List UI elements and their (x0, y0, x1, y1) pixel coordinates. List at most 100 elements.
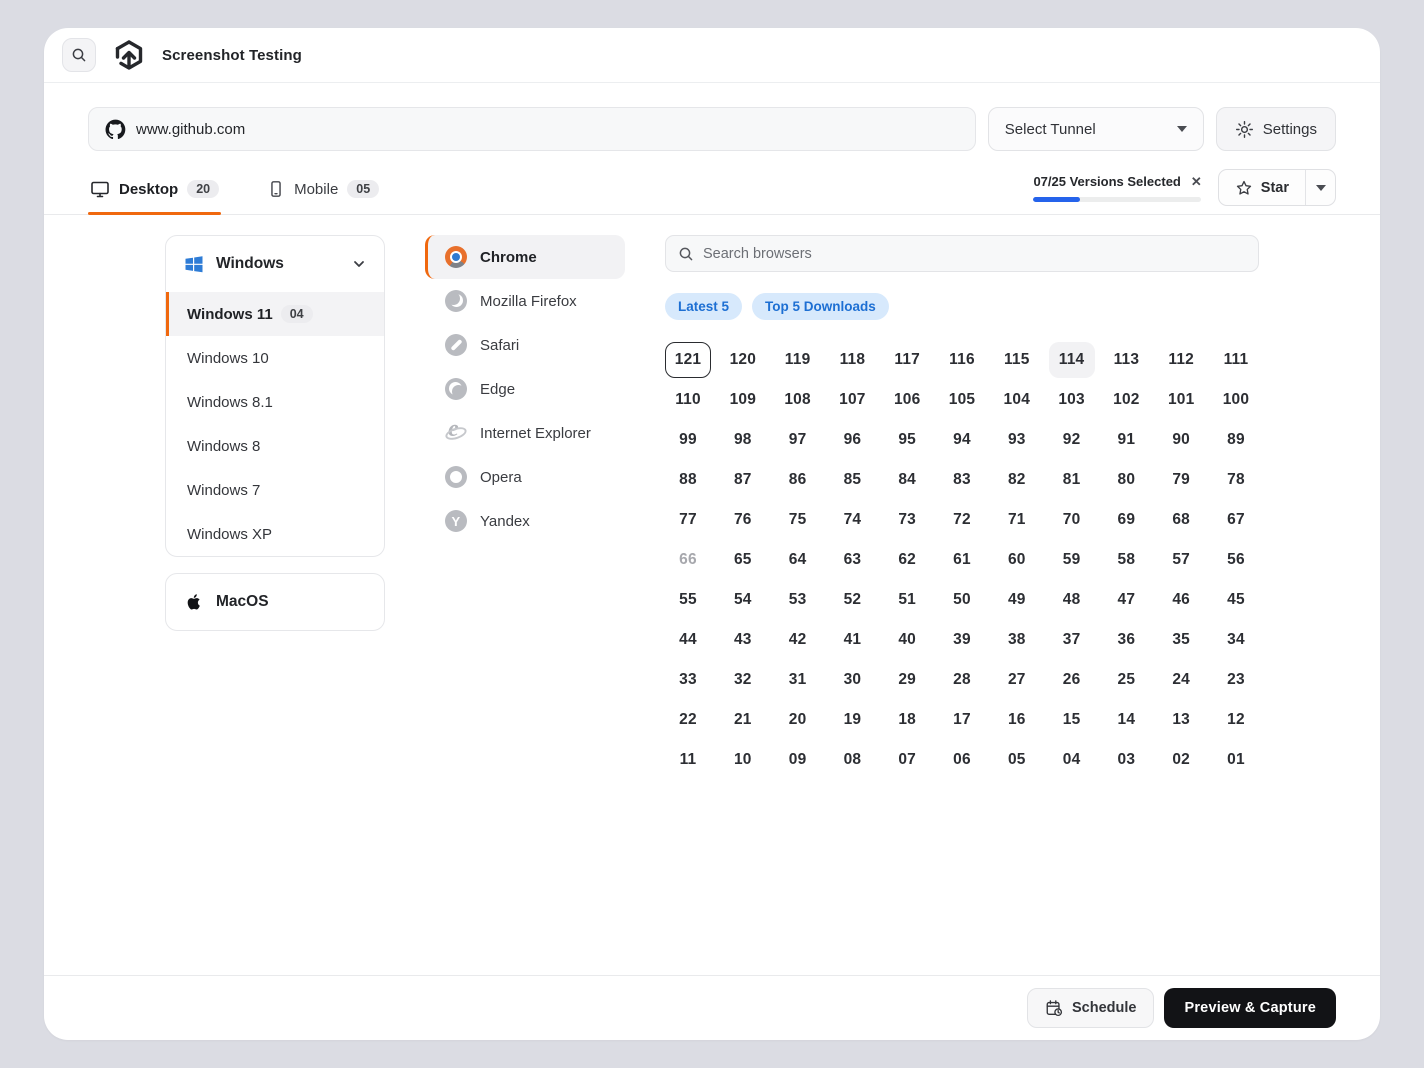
version-cell-121[interactable]: 121 (665, 342, 711, 378)
version-cell-76[interactable]: 76 (720, 502, 766, 538)
version-cell-44[interactable]: 44 (665, 622, 711, 658)
version-cell-60[interactable]: 60 (994, 542, 1040, 578)
version-cell-07[interactable]: 07 (884, 742, 930, 778)
os-item-windows-10[interactable]: Windows 10 (166, 336, 384, 380)
version-cell-64[interactable]: 64 (775, 542, 821, 578)
version-cell-115[interactable]: 115 (994, 342, 1040, 378)
version-cell-06[interactable]: 06 (939, 742, 985, 778)
version-cell-04[interactable]: 04 (1049, 742, 1095, 778)
version-cell-05[interactable]: 05 (994, 742, 1040, 778)
version-cell-39[interactable]: 39 (939, 622, 985, 658)
version-cell-38[interactable]: 38 (994, 622, 1040, 658)
version-cell-50[interactable]: 50 (939, 582, 985, 618)
version-cell-57[interactable]: 57 (1158, 542, 1204, 578)
version-cell-118[interactable]: 118 (829, 342, 875, 378)
version-cell-28[interactable]: 28 (939, 662, 985, 698)
version-cell-99[interactable]: 99 (665, 422, 711, 458)
version-cell-36[interactable]: 36 (1103, 622, 1149, 658)
version-cell-33[interactable]: 33 (665, 662, 711, 698)
version-cell-40[interactable]: 40 (884, 622, 930, 658)
browser-search-input[interactable] (703, 246, 1246, 262)
version-cell-120[interactable]: 120 (720, 342, 766, 378)
version-cell-34[interactable]: 34 (1213, 622, 1259, 658)
version-cell-95[interactable]: 95 (884, 422, 930, 458)
version-cell-03[interactable]: 03 (1103, 742, 1149, 778)
version-cell-31[interactable]: 31 (775, 662, 821, 698)
version-cell-08[interactable]: 08 (829, 742, 875, 778)
version-cell-102[interactable]: 102 (1103, 382, 1149, 418)
version-cell-98[interactable]: 98 (720, 422, 766, 458)
version-cell-114[interactable]: 114 (1049, 342, 1095, 378)
version-cell-112[interactable]: 112 (1158, 342, 1204, 378)
version-cell-68[interactable]: 68 (1158, 502, 1204, 538)
macos-group-card[interactable]: MacOS (165, 573, 385, 631)
version-cell-15[interactable]: 15 (1049, 702, 1095, 738)
settings-button[interactable]: Settings (1216, 107, 1336, 151)
version-cell-53[interactable]: 53 (775, 582, 821, 618)
os-item-windows-xp[interactable]: Windows XP (166, 512, 384, 556)
version-cell-58[interactable]: 58 (1103, 542, 1149, 578)
version-cell-72[interactable]: 72 (939, 502, 985, 538)
version-cell-12[interactable]: 12 (1213, 702, 1259, 738)
version-cell-35[interactable]: 35 (1158, 622, 1204, 658)
version-cell-32[interactable]: 32 (720, 662, 766, 698)
version-cell-26[interactable]: 26 (1049, 662, 1095, 698)
version-cell-49[interactable]: 49 (994, 582, 1040, 618)
version-cell-105[interactable]: 105 (939, 382, 985, 418)
os-item-windows-11[interactable]: Windows 1104 (166, 292, 384, 336)
version-cell-107[interactable]: 107 (829, 382, 875, 418)
version-cell-09[interactable]: 09 (775, 742, 821, 778)
version-cell-106[interactable]: 106 (884, 382, 930, 418)
version-cell-109[interactable]: 109 (720, 382, 766, 418)
star-button[interactable]: Star (1219, 170, 1305, 205)
version-cell-90[interactable]: 90 (1158, 422, 1204, 458)
version-cell-84[interactable]: 84 (884, 462, 930, 498)
version-cell-92[interactable]: 92 (1049, 422, 1095, 458)
browser-item-edge[interactable]: Edge (425, 367, 625, 411)
version-cell-25[interactable]: 25 (1103, 662, 1149, 698)
version-cell-67[interactable]: 67 (1213, 502, 1259, 538)
version-cell-82[interactable]: 82 (994, 462, 1040, 498)
version-cell-01[interactable]: 01 (1213, 742, 1259, 778)
version-cell-113[interactable]: 113 (1103, 342, 1149, 378)
version-cell-52[interactable]: 52 (829, 582, 875, 618)
windows-group-header[interactable]: Windows (166, 236, 384, 292)
version-cell-46[interactable]: 46 (1158, 582, 1204, 618)
browser-item-internet-explorer[interactable]: Internet Explorer (425, 411, 625, 455)
browser-item-opera[interactable]: Opera (425, 455, 625, 499)
version-cell-21[interactable]: 21 (720, 702, 766, 738)
schedule-button[interactable]: Schedule (1027, 988, 1154, 1028)
version-cell-85[interactable]: 85 (829, 462, 875, 498)
version-cell-14[interactable]: 14 (1103, 702, 1149, 738)
version-cell-20[interactable]: 20 (775, 702, 821, 738)
version-cell-11[interactable]: 11 (665, 742, 711, 778)
version-cell-86[interactable]: 86 (775, 462, 821, 498)
version-cell-93[interactable]: 93 (994, 422, 1040, 458)
version-cell-88[interactable]: 88 (665, 462, 711, 498)
url-input[interactable] (136, 121, 959, 138)
version-cell-17[interactable]: 17 (939, 702, 985, 738)
clear-selection-icon[interactable]: ✕ (1191, 175, 1202, 188)
version-cell-70[interactable]: 70 (1049, 502, 1095, 538)
version-cell-75[interactable]: 75 (775, 502, 821, 538)
version-cell-56[interactable]: 56 (1213, 542, 1259, 578)
version-cell-23[interactable]: 23 (1213, 662, 1259, 698)
version-cell-83[interactable]: 83 (939, 462, 985, 498)
global-search-button[interactable] (62, 38, 96, 72)
version-cell-54[interactable]: 54 (720, 582, 766, 618)
version-cell-41[interactable]: 41 (829, 622, 875, 658)
version-cell-74[interactable]: 74 (829, 502, 875, 538)
version-cell-89[interactable]: 89 (1213, 422, 1259, 458)
version-cell-18[interactable]: 18 (884, 702, 930, 738)
version-cell-22[interactable]: 22 (665, 702, 711, 738)
select-tunnel-dropdown[interactable]: Select Tunnel (988, 107, 1204, 151)
version-cell-78[interactable]: 78 (1213, 462, 1259, 498)
version-cell-45[interactable]: 45 (1213, 582, 1259, 618)
browser-item-safari[interactable]: Safari (425, 323, 625, 367)
version-cell-108[interactable]: 108 (775, 382, 821, 418)
preview-capture-button[interactable]: Preview & Capture (1164, 988, 1336, 1028)
version-cell-47[interactable]: 47 (1103, 582, 1149, 618)
version-cell-117[interactable]: 117 (884, 342, 930, 378)
version-cell-80[interactable]: 80 (1103, 462, 1149, 498)
version-cell-13[interactable]: 13 (1158, 702, 1204, 738)
